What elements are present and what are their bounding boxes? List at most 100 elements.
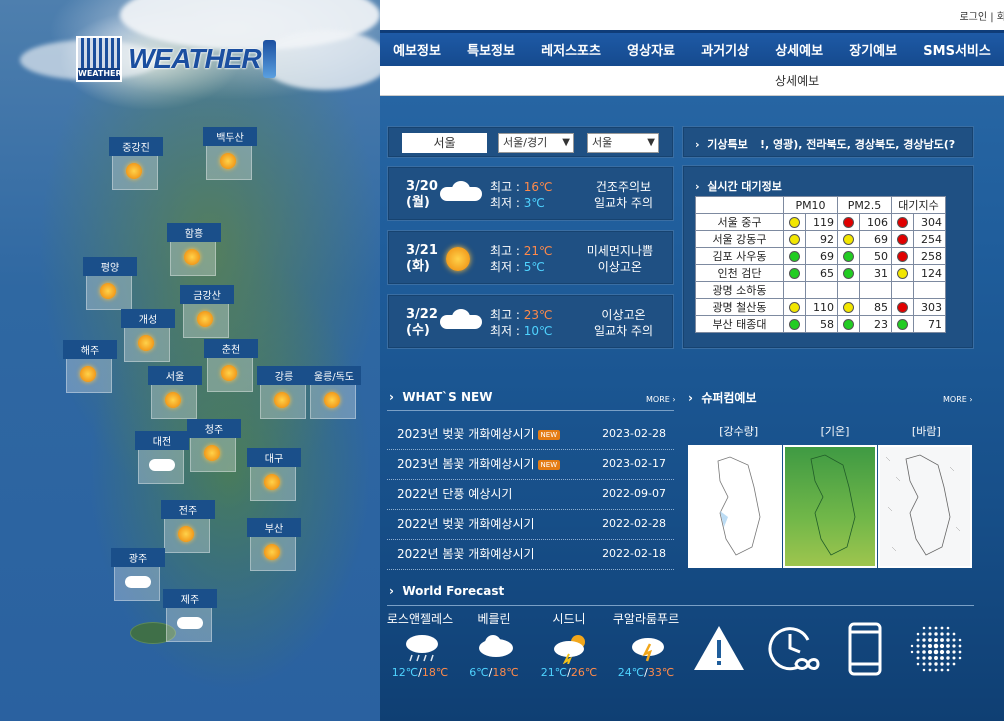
storm-icon: [551, 632, 591, 667]
status-dot: [843, 319, 854, 330]
nav-warning[interactable]: 특보정보: [467, 40, 515, 59]
clock-infinity-icon[interactable]: [764, 620, 822, 678]
city-marker[interactable]: 전주: [161, 500, 215, 553]
smartphone-icon[interactable]: [838, 620, 896, 678]
nav-sms[interactable]: SMS서비스: [923, 40, 991, 59]
forecast-temps: 최고 : 23℃ 최저 : 10℃: [490, 308, 553, 338]
status-dot: [897, 251, 908, 262]
city-name: 부산: [247, 518, 301, 537]
city-marker[interactable]: 청주: [187, 419, 241, 472]
list-item[interactable]: 2022년 봄꽃 개화예상시기 2022-02-18: [387, 540, 674, 570]
city-marker[interactable]: 중강진: [109, 137, 163, 190]
list-item[interactable]: 2022년 단풍 예상시기 2022-09-07: [387, 480, 674, 510]
city-marker[interactable]: 금강산: [180, 285, 234, 338]
whats-new-title: › WHAT`S NEW: [389, 390, 493, 404]
sun-icon: [138, 335, 154, 351]
warning-icon[interactable]: [690, 620, 748, 678]
subnav-detail[interactable]: 상세예보: [775, 66, 819, 96]
cloud-decoration: [260, 30, 380, 90]
city-marker[interactable]: 평양: [83, 257, 137, 310]
day-forecast: 3/21 (화) 최고 : 21℃ 최저 : 5℃ 미세먼지나쁨 이상고온: [387, 230, 674, 285]
city-name: 제주: [163, 589, 217, 608]
weather-logo[interactable]: WEATHER WEATHER: [76, 34, 276, 84]
city-marker[interactable]: 울릉/독도: [307, 366, 361, 419]
city-marker[interactable]: 서울: [148, 366, 202, 419]
world-city-name[interactable]: 쿠알라룸푸르: [606, 610, 686, 627]
supercom-more-link[interactable]: MORE ›: [943, 395, 973, 404]
dot-sphere-icon[interactable]: [908, 620, 966, 678]
chevron-down-icon: ▼: [562, 137, 570, 148]
nav-leisure[interactable]: 레저스포츠: [541, 40, 601, 59]
air-quality-panel: › 실시간 대기정보 PM10 PM2.5 대기지수 서울 중구 119 106 30…: [682, 165, 974, 349]
city-name: 평양: [83, 257, 137, 276]
nav-forecast[interactable]: 예보정보: [393, 40, 441, 59]
sun-icon: [178, 526, 194, 542]
air-quality-table: PM10 PM2.5 대기지수 서울 중구 119 106 304 서울 강동구 92 69…: [695, 196, 946, 333]
status-dot: [897, 302, 908, 313]
tab-precipitation[interactable]: [강수량]: [719, 423, 758, 439]
nav-longterm[interactable]: 장기예보: [849, 40, 897, 59]
status-dot: [897, 234, 908, 245]
wind-map-image[interactable]: [878, 445, 972, 568]
city-name: 광주: [111, 548, 165, 567]
nav-video[interactable]: 영상자료: [627, 40, 675, 59]
sun-icon: [264, 474, 280, 490]
temperature-map: [810, 454, 856, 556]
city-marker[interactable]: 부산: [247, 518, 301, 571]
precipitation-map-image[interactable]: [688, 445, 782, 568]
cloud-icon: [440, 181, 482, 201]
city-marker[interactable]: 광주: [111, 548, 165, 601]
list-item[interactable]: 2022년 벚꽃 개화예상시기 2022-02-28: [387, 510, 674, 540]
city-marker[interactable]: 강릉: [257, 366, 311, 419]
city-name: 금강산: [180, 285, 234, 304]
region-select[interactable]: 서울/경기 ▼: [498, 133, 574, 153]
world-city-name[interactable]: 시드니: [529, 610, 609, 627]
login-link[interactable]: 로그인 | 회: [959, 8, 1004, 23]
list-item[interactable]: 2023년 봄꽃 개화예상시기 NEW 2023-02-17: [387, 450, 674, 480]
city-marker[interactable]: 춘천: [204, 339, 258, 392]
forecast-date: 3/22 (수): [406, 307, 438, 338]
table-row: 인천 검단 65 31 124: [695, 264, 946, 282]
forecast-notes: 건조주의보 일교차 주의: [593, 180, 653, 210]
table-row: 광명 소하동: [695, 281, 946, 299]
status-dot: [843, 302, 854, 313]
city-marker[interactable]: 대전: [135, 431, 189, 484]
forecast-notes: 미세먼지나쁨 이상고온: [586, 244, 653, 274]
tab-temperature[interactable]: [기온]: [821, 423, 850, 439]
status-dot: [843, 268, 854, 279]
precipitation-map: [717, 456, 761, 556]
city-marker[interactable]: 제주: [163, 589, 217, 642]
city-name: 강릉: [257, 366, 311, 385]
cloud-icon: [149, 459, 175, 471]
status-dot: [789, 217, 800, 228]
city-marker[interactable]: 개성: [121, 309, 175, 362]
tab-wind[interactable]: [바람]: [912, 423, 941, 439]
world-city-name[interactable]: 베를린: [454, 610, 534, 627]
city-name: 개성: [121, 309, 175, 328]
temperature-map-image[interactable]: [783, 445, 877, 568]
logo-word: WEATHER: [128, 43, 261, 74]
weather-alert-panel[interactable]: › 기상특보 !, 영광), 전라북도, 경상북도, 경상남도(?: [682, 126, 974, 158]
list-item[interactable]: 2023년 벚꽃 개화예상시기 NEW 2023-02-28: [387, 420, 674, 450]
status-dot: [843, 251, 854, 262]
city-select[interactable]: 서울 ▼: [587, 133, 659, 153]
city-name: 함흥: [167, 223, 221, 242]
city-marker[interactable]: 해주: [63, 340, 117, 393]
sun-icon: [204, 445, 220, 461]
city-name: 해주: [63, 340, 117, 359]
nav-past[interactable]: 과거기상: [701, 40, 749, 59]
world-city-name[interactable]: 로스앤젤레스: [380, 610, 460, 627]
nav-detail[interactable]: 상세예보: [775, 40, 823, 59]
status-dot: [843, 234, 854, 245]
city-name: 대전: [135, 431, 189, 450]
city-marker[interactable]: 함흥: [167, 223, 221, 276]
sun-icon: [126, 163, 142, 179]
city-marker[interactable]: 대구: [247, 448, 301, 501]
supercom-title: › 슈퍼컴예보: [688, 391, 757, 405]
cloud-icon: [125, 576, 151, 588]
world-temp: 21℃/26℃: [540, 666, 598, 679]
table-row: 광명 철산동 110 85 303: [695, 298, 946, 316]
status-dot: [843, 217, 854, 228]
city-marker[interactable]: 백두산: [203, 127, 257, 180]
whats-new-more-link[interactable]: MORE ›: [646, 395, 676, 404]
